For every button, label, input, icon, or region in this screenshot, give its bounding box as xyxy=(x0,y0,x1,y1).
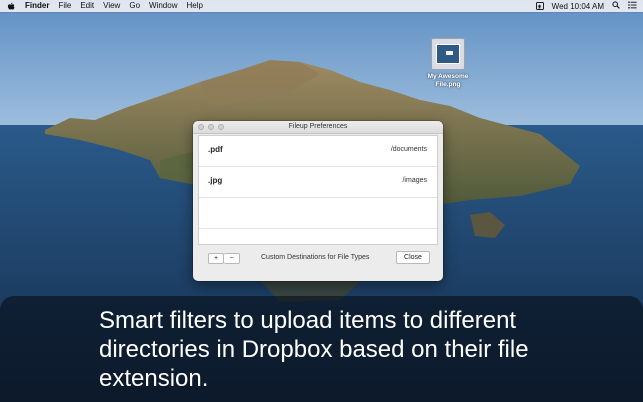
destination-path: /documents xyxy=(390,146,427,153)
desktop-file-label: My Awesome File.png xyxy=(427,73,469,88)
list-item[interactable]: .jpg /images xyxy=(199,167,437,198)
destination-path: /images xyxy=(402,177,427,184)
menu-window[interactable]: Window xyxy=(149,0,177,12)
menu-bar-clock[interactable]: Wed 10:04 AM xyxy=(552,2,604,11)
close-button[interactable]: Close xyxy=(396,251,430,264)
window-titlebar[interactable]: Fileup Preferences xyxy=(193,121,443,134)
window-footer: + − Custom Destinations for File Types C… xyxy=(198,246,438,274)
empty-list-row xyxy=(199,198,437,229)
desktop-file-item[interactable]: My Awesome File.png xyxy=(424,38,472,89)
preferences-window: Fileup Preferences .pdf /documents .jpg … xyxy=(193,121,443,281)
caption-text: Smart filters to upload items to differe… xyxy=(99,307,529,392)
menu-view[interactable]: View xyxy=(103,0,120,12)
menu-bar-status-area: Wed 10:04 AM xyxy=(528,0,637,12)
notification-center-icon[interactable] xyxy=(628,1,637,11)
upload-status-icon[interactable] xyxy=(535,2,544,10)
footer-caption: Custom Destinations for File Types xyxy=(261,254,370,261)
menu-edit[interactable]: Edit xyxy=(80,0,94,12)
add-destination-button[interactable]: + xyxy=(208,253,224,264)
apple-icon[interactable] xyxy=(7,2,17,11)
menu-bar: Finder File Edit View Go Window Help Wed… xyxy=(0,0,643,12)
file-type-destination-list: .pdf /documents .jpg /images xyxy=(198,135,438,245)
image-file-icon xyxy=(431,38,465,70)
menu-finder[interactable]: Finder xyxy=(25,0,49,12)
menu-file[interactable]: File xyxy=(58,0,71,12)
menu-go[interactable]: Go xyxy=(129,0,140,12)
file-extension: .pdf xyxy=(208,145,223,154)
remove-destination-button[interactable]: − xyxy=(224,253,240,264)
window-title: Fileup Preferences xyxy=(288,123,348,130)
spotlight-search-icon[interactable] xyxy=(612,1,620,11)
file-extension: .jpg xyxy=(208,176,223,185)
list-item[interactable]: .pdf /documents xyxy=(199,136,437,167)
menu-help[interactable]: Help xyxy=(186,0,202,12)
